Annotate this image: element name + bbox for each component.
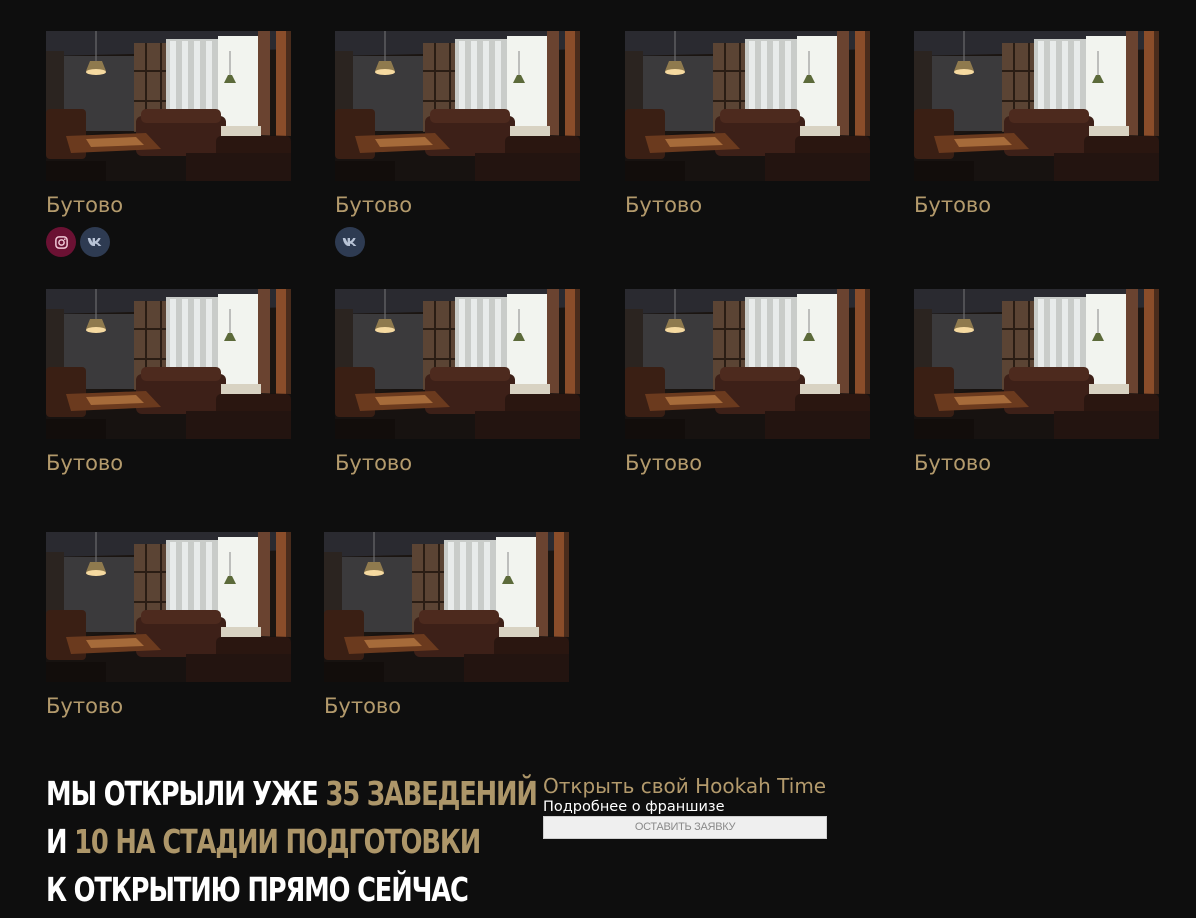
vk-icon[interactable]	[335, 227, 365, 257]
venue-photo[interactable]	[46, 289, 291, 439]
venue-photo[interactable]	[914, 289, 1159, 439]
venue-photo[interactable]	[46, 532, 291, 682]
venue-card[interactable]: Бутово	[625, 31, 870, 217]
vk-icon[interactable]	[80, 227, 110, 257]
venue-photo[interactable]	[625, 31, 870, 181]
venue-card[interactable]: Бутово	[46, 31, 291, 257]
venue-card[interactable]: Бутово	[335, 31, 580, 257]
venue-card[interactable]: Бутово	[625, 289, 870, 475]
promo-text: к открытию прямо сейчас	[46, 870, 469, 909]
submit-request-button[interactable]: Оставить заявку	[543, 816, 827, 839]
venue-name[interactable]: Бутово	[914, 193, 1159, 217]
venue-card[interactable]: Бутово	[335, 289, 580, 475]
venue-photo[interactable]	[625, 289, 870, 439]
venue-social-links	[335, 227, 580, 257]
venues-page: Бутово Бутово Бутово Бутово Бутово Бутов…	[0, 0, 1196, 918]
venue-photo[interactable]	[335, 31, 580, 181]
venue-name[interactable]: Бутово	[625, 451, 870, 475]
promo-line-3: к открытию прямо сейчас	[46, 866, 537, 914]
venue-photo[interactable]	[914, 31, 1159, 181]
franchise-promo-heading: Мы открыли уже 35 заведений и 10 на стад…	[46, 770, 538, 914]
venue-photo[interactable]	[335, 289, 580, 439]
venue-card[interactable]: Бутово	[46, 289, 291, 475]
promo-line-1: Мы открыли уже 35 заведений	[46, 770, 538, 818]
venue-name[interactable]: Бутово	[335, 193, 580, 217]
venue-name[interactable]: Бутово	[46, 694, 291, 718]
venue-name[interactable]: Бутово	[335, 451, 580, 475]
promo-line-2: и 10 на стадии подготовки	[46, 818, 537, 866]
venue-name[interactable]: Бутово	[46, 451, 291, 475]
venue-card[interactable]: Бутово	[46, 532, 291, 718]
franchise-title: Открыть свой Hookah Time	[543, 774, 827, 798]
franchise-subtitle: Подробнее о франшизе	[543, 799, 725, 815]
venue-name[interactable]: Бутово	[46, 193, 291, 217]
promo-text: Мы открыли уже	[46, 774, 326, 813]
venue-name[interactable]: Бутово	[625, 193, 870, 217]
promo-accent: 10 на стадии подготовки	[74, 822, 481, 861]
venue-card[interactable]: Бутово	[914, 289, 1159, 475]
venue-card[interactable]: Бутово	[324, 532, 569, 718]
promo-accent: 35 заведений	[325, 774, 537, 813]
venue-name[interactable]: Бутово	[914, 451, 1159, 475]
venue-name[interactable]: Бутово	[324, 694, 569, 718]
venue-card[interactable]: Бутово	[914, 31, 1159, 217]
venue-photo[interactable]	[324, 532, 569, 682]
venue-photo[interactable]	[46, 31, 291, 181]
venue-social-links	[46, 227, 291, 257]
instagram-icon[interactable]	[46, 227, 76, 257]
promo-text: и	[46, 822, 75, 861]
franchise-block: Открыть свой Hookah Time Подробнее о фра…	[543, 774, 827, 839]
